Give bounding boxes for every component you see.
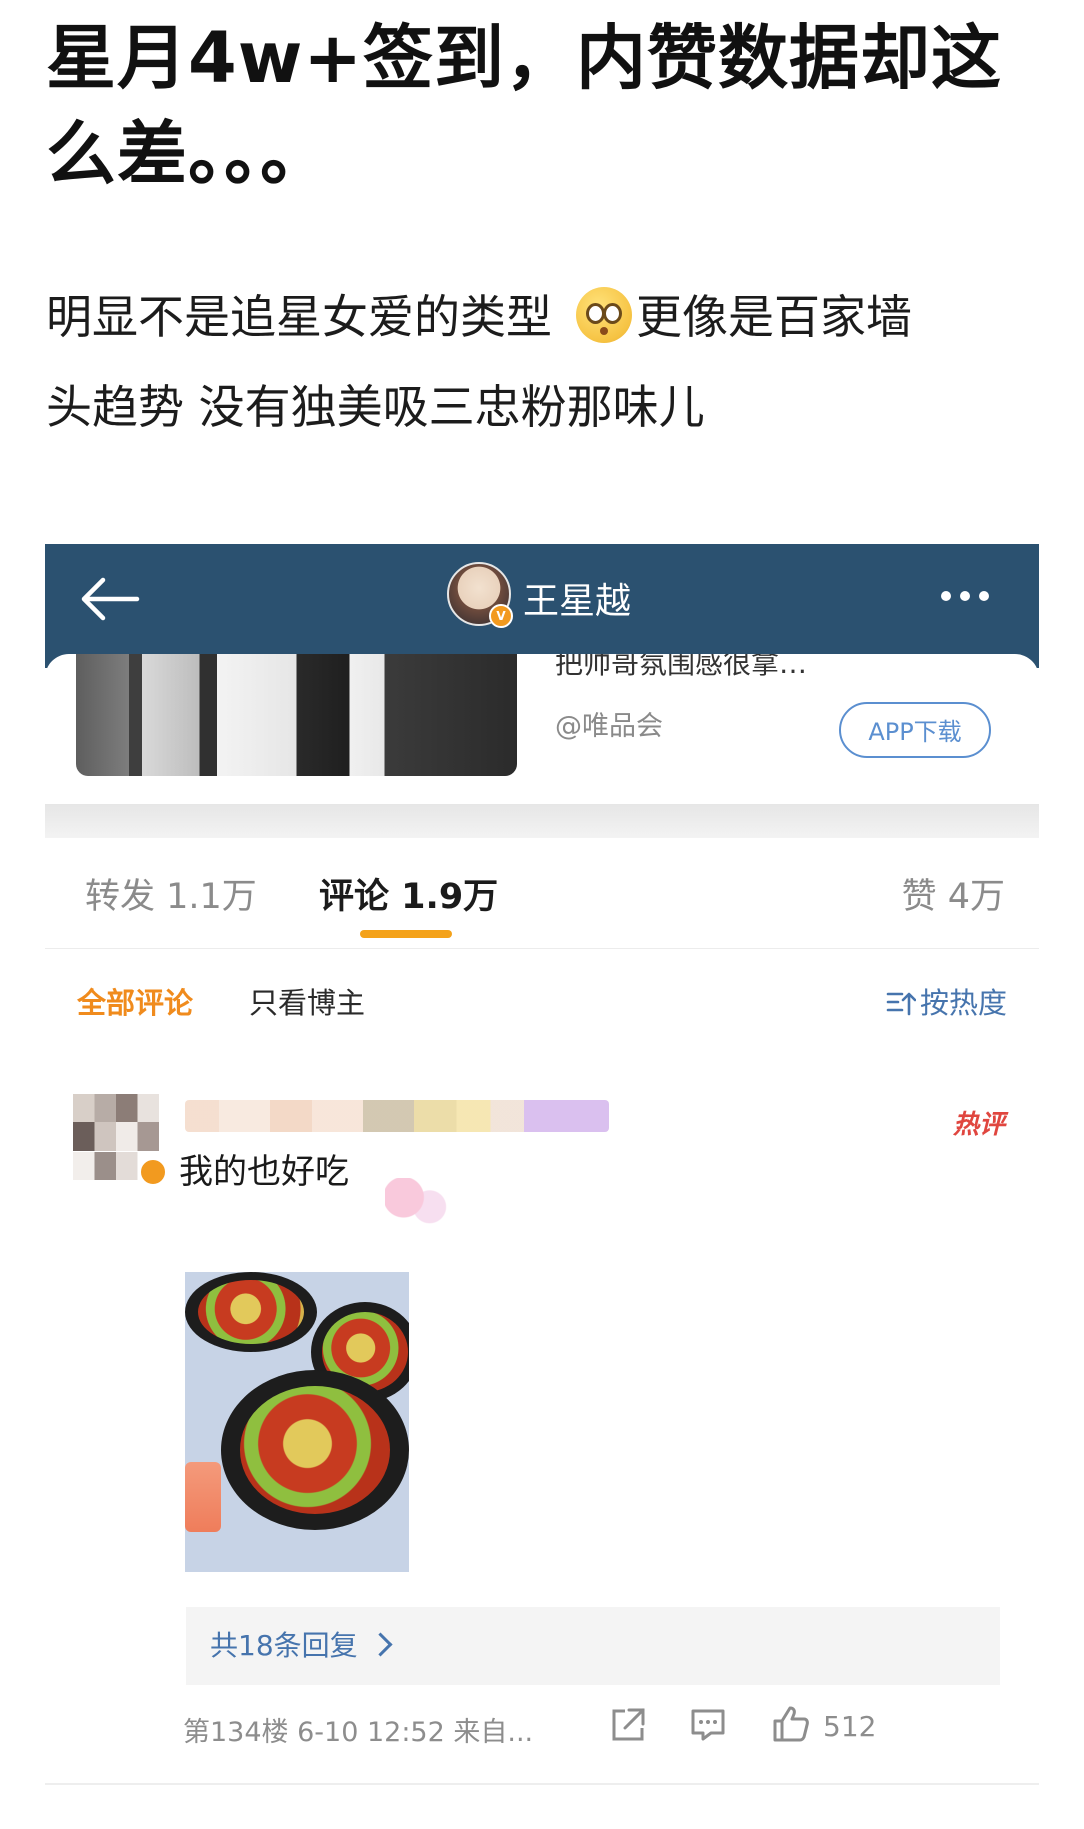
post-body-line-1: 明显不是追星女爱的类型 更像是百家墙 — [46, 272, 1046, 362]
verified-badge-icon: V — [489, 604, 513, 628]
section-divider — [45, 804, 1039, 838]
bottom-divider — [45, 1783, 1039, 1785]
replies-label: 共18条回复 — [210, 1629, 358, 1662]
commenter-name-blurred[interactable] — [185, 1100, 609, 1132]
post-body-text-2: 更像是百家墙 — [636, 290, 912, 344]
embedded-screenshot: V 王星越 把帅哥氛围感很拿… @唯品会 APP下载 转发 1.1万 评论 1.… — [45, 544, 1039, 1829]
post-title-line-1: 星月4w+签到，内赞数据却这 — [46, 17, 1003, 99]
filter-all-comments[interactable]: 全部评论 — [77, 980, 193, 1022]
crayfish-bowl — [221, 1370, 409, 1530]
chevron-right-icon — [368, 1632, 393, 1657]
sort-icon — [886, 992, 916, 1016]
ad-image[interactable] — [76, 654, 517, 776]
active-tab-indicator — [360, 930, 452, 938]
comment-filter-bar: 全部评论 只看博主 按热度 — [45, 948, 1039, 1038]
tab-forward[interactable]: 转发 1.1万 — [85, 868, 257, 919]
comment-image[interactable] — [185, 1272, 409, 1572]
ad-title: 把帅哥氛围感很拿… — [555, 654, 808, 680]
like-count: 512 — [823, 1710, 877, 1743]
comment-text: 我的也好吃 — [179, 1152, 349, 1192]
post-title: 星月4w+签到，内赞数据却这 么差。。。 — [46, 10, 1046, 202]
back-arrow-icon[interactable] — [79, 574, 141, 624]
post-body-text-1: 明显不是追星女爱的类型 — [46, 290, 552, 344]
bear-sticker-icon — [385, 1178, 447, 1226]
crayfish-bowl — [185, 1272, 317, 1352]
hot-comment-badge: 热评 — [952, 1110, 1005, 1140]
flushed-face-emoji-icon — [576, 287, 632, 343]
tab-comment[interactable]: 评论 1.9万 — [319, 868, 498, 919]
post-body: 明显不是追星女爱的类型 更像是百家墙 头趋势 没有独美吸三忠粉那味儿 — [46, 272, 1046, 452]
commenter-avatar[interactable] — [73, 1094, 167, 1186]
ad-source: @唯品会 — [555, 711, 663, 742]
share-icon[interactable] — [609, 1706, 647, 1744]
account-avatar[interactable]: V — [447, 562, 513, 628]
more-options-icon[interactable] — [941, 586, 1001, 601]
comment-icon[interactable] — [689, 1706, 727, 1744]
filter-blogger-only[interactable]: 只看博主 — [249, 980, 365, 1022]
profile-header-bar: V 王星越 — [45, 544, 1039, 668]
vip-badge-icon — [139, 1158, 167, 1186]
salmon-slice — [185, 1462, 221, 1532]
comment-meta: 第134楼 6-10 12:52 来自... — [183, 1717, 534, 1748]
post-body-line-2: 头趋势 没有独美吸三忠粉那味儿 — [46, 380, 705, 434]
sort-label: 按热度 — [919, 986, 1007, 1020]
account-name[interactable]: 王星越 — [523, 572, 631, 624]
engagement-tabs: 转发 1.1万 评论 1.9万 赞 4万 — [45, 838, 1039, 949]
sort-by-heat-button[interactable]: 按热度 — [886, 980, 1007, 1022]
tab-like[interactable]: 赞 4万 — [902, 868, 1005, 919]
ad-card[interactable]: 把帅哥氛围感很拿… @唯品会 APP下载 — [45, 654, 1039, 804]
thumbs-up-icon[interactable] — [771, 1704, 811, 1744]
app-download-button[interactable]: APP下载 — [839, 702, 991, 758]
view-replies-button[interactable]: 共18条回复 — [186, 1607, 1000, 1685]
post-title-line-2: 么差。。。 — [46, 113, 331, 195]
